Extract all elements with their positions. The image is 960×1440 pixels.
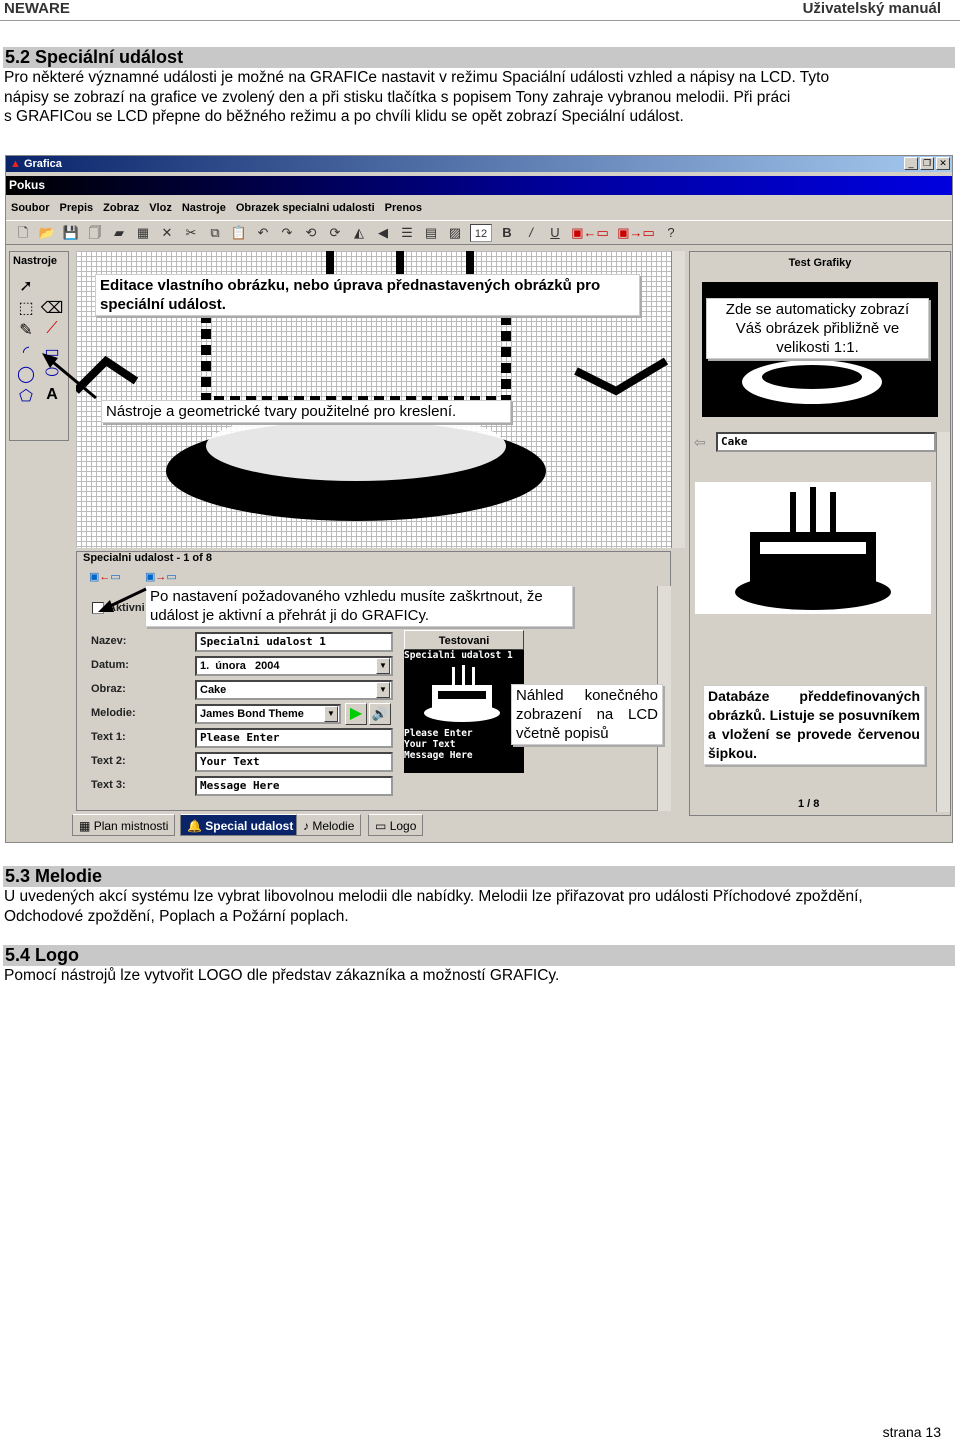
callout-arrows [42, 353, 147, 612]
section-5-2-text: Pro některé významné události je možné n… [4, 68, 952, 127]
section-title-5-2: 5.2 Speciální událost [3, 47, 955, 68]
section-title-5-3: 5.3 Melodie [3, 866, 955, 887]
app-screenshot: ▲ Grafica _ ❐ ✕ Pokus Soubor Prepis Zobr… [5, 155, 953, 843]
text-line: Odchodové zpoždění, Poplach a Požární po… [4, 907, 349, 925]
section-5-3-text: U uvedených akcí systému lze vybrat libo… [4, 887, 952, 926]
section-5-4-text: Pomocí nástrojů lze vytvořit LOGO dle př… [4, 966, 952, 986]
text-line: s GRAFICou se LCD přepne do běžného reži… [4, 108, 684, 125]
header-rule [0, 20, 960, 21]
text-line: Pomocí nástrojů lze vytvořit LOGO dle př… [4, 967, 560, 984]
text-line: U uvedených akcí systému lze vybrat libo… [4, 888, 863, 905]
header-left: NEWARE [4, 0, 70, 17]
text-line: Pro některé významné události je možné n… [4, 69, 830, 86]
section-title-5-4: 5.4 Logo [3, 945, 955, 966]
text-line: nápisy se zobrazí na grafice ve zvolený … [4, 88, 791, 106]
header-right: Uživatelský manuál [802, 0, 941, 17]
